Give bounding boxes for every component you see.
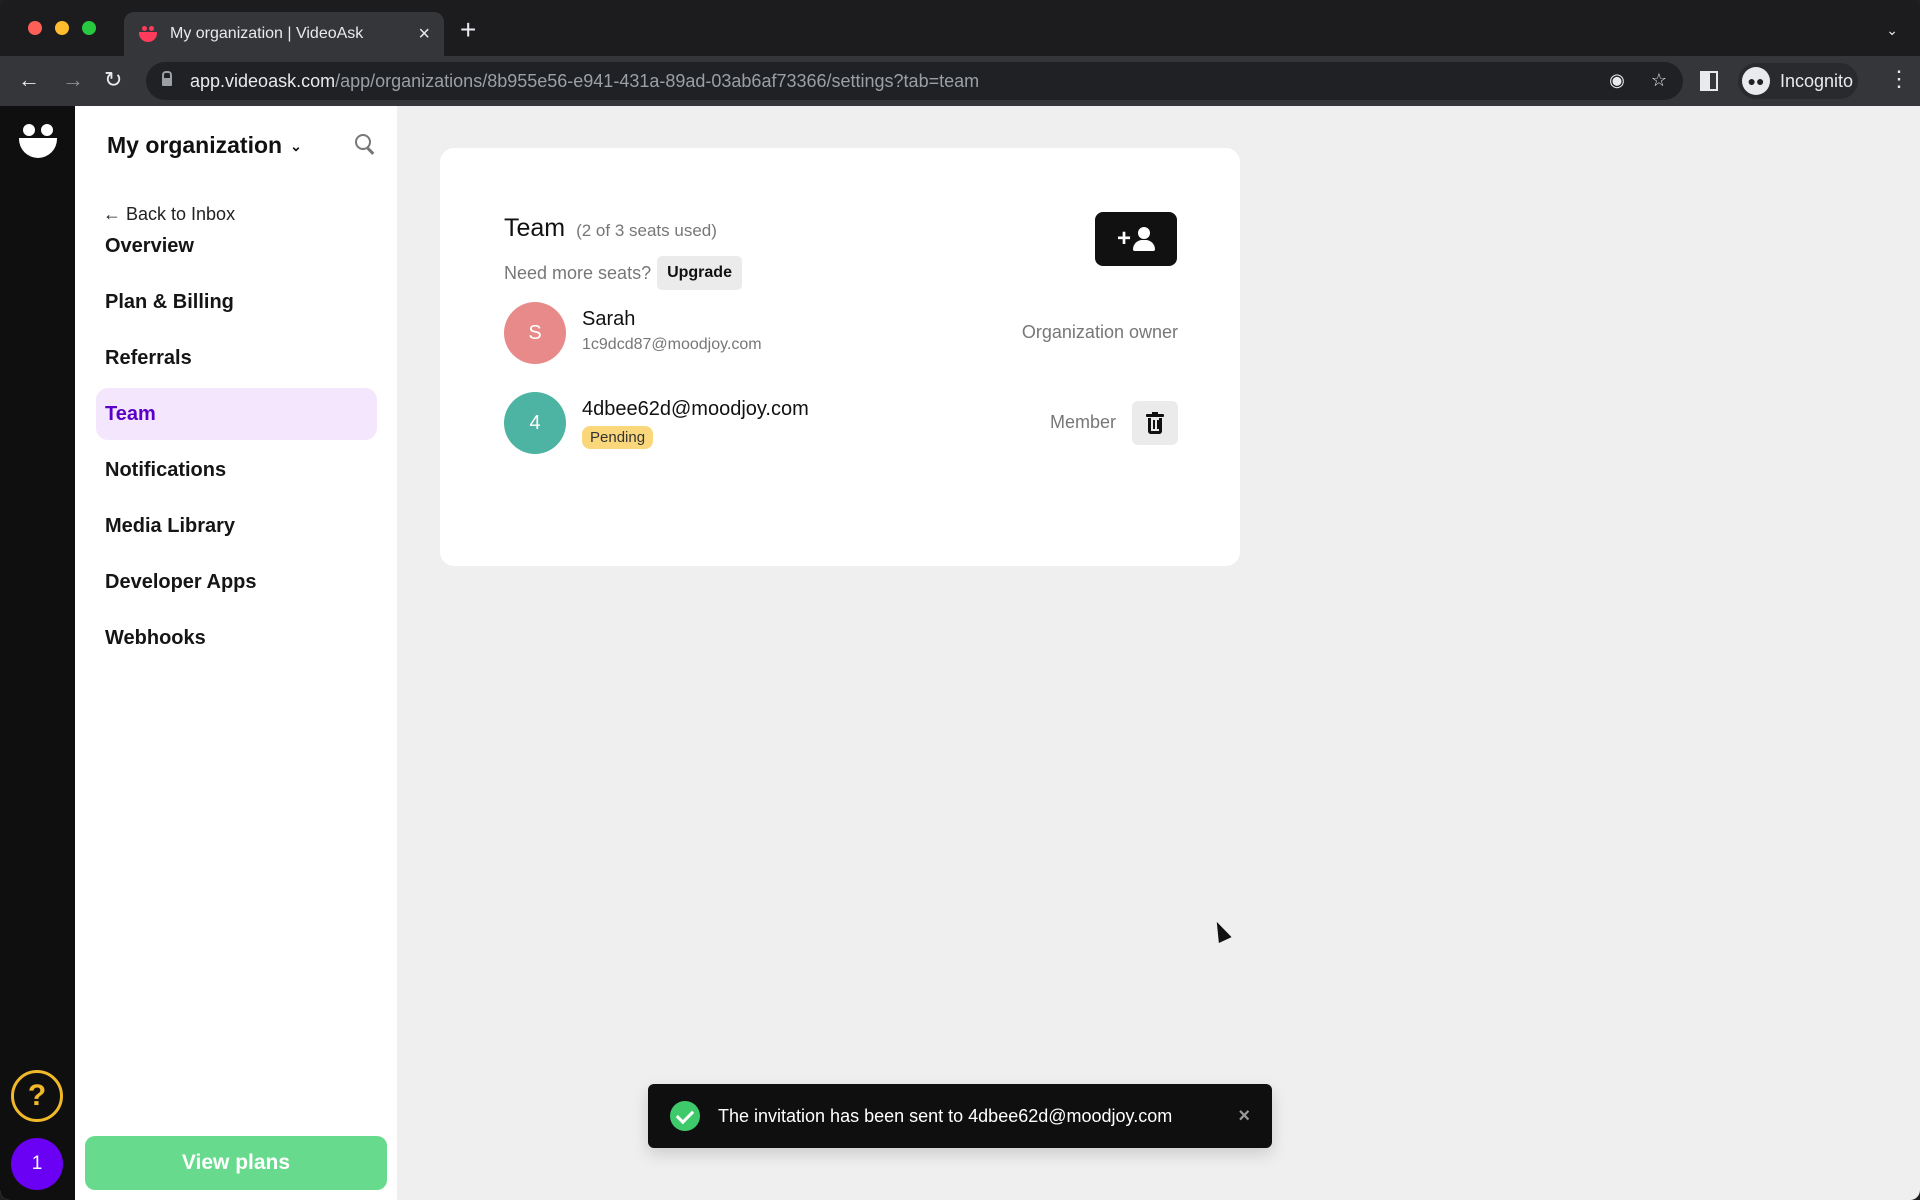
browser-tab[interactable]: My organization | VideoAsk × xyxy=(124,12,444,56)
videoask-favicon-icon xyxy=(138,24,158,44)
sidebar-item-label: Developer Apps xyxy=(105,570,257,593)
member-role: Member xyxy=(1049,412,1116,432)
check-circle-icon xyxy=(670,1101,700,1131)
sidebar-item-developer-apps[interactable]: Developer Apps xyxy=(96,556,377,608)
new-tab-button[interactable]: + xyxy=(460,16,476,44)
pending-badge: Pending xyxy=(582,426,654,449)
tab-title: My organization | VideoAsk xyxy=(170,25,364,42)
avatar: S xyxy=(504,302,566,364)
sidebar-item-label: Team xyxy=(105,402,156,425)
sidebar-item-notifications[interactable]: Notifications xyxy=(96,444,377,496)
team-member-row: S Sarah 1c9dcd87@moodjoy.com Organizatio… xyxy=(504,302,1178,364)
address-bar[interactable]: app.videoask.com/app/organizations/8b955… xyxy=(146,62,1683,100)
plus-icon: + xyxy=(1116,225,1131,252)
success-toast: The invitation has been sent to 4dbee62d… xyxy=(648,1084,1272,1148)
help-icon: ? xyxy=(27,1079,47,1112)
member-name: 4dbee62d@moodjoy.com xyxy=(582,398,809,420)
team-heading: Team xyxy=(504,214,566,242)
back-arrow-icon[interactable]: ← xyxy=(18,68,40,92)
search-icon[interactable] xyxy=(353,132,377,156)
sidebar-item-webhooks[interactable]: Webhooks xyxy=(96,612,377,664)
star-icon[interactable]: ☆ xyxy=(1651,70,1667,91)
team-card: Team (2 of 3 seats used) Need more seats… xyxy=(440,148,1240,566)
browser-window: My organization | VideoAsk × + ⌄ ← → ↻ a… xyxy=(0,0,1920,1200)
member-email: 1c9dcd87@moodjoy.com xyxy=(582,336,762,353)
notifications-badge-button[interactable]: 1 xyxy=(11,1138,63,1190)
videoask-logo-icon[interactable] xyxy=(18,122,58,162)
side-panel-icon[interactable] xyxy=(1700,71,1718,91)
sidebar-item-referrals[interactable]: Referrals xyxy=(96,332,377,384)
person-icon xyxy=(1133,227,1155,251)
profile-label: Incognito xyxy=(1780,70,1854,91)
sidebar-item-team[interactable]: Team xyxy=(96,388,377,440)
view-plans-button[interactable]: View plans xyxy=(85,1136,387,1190)
avatar-initial: 4 xyxy=(529,411,541,434)
sidebar-item-plan-billing[interactable]: Plan & Billing xyxy=(96,276,377,328)
sidebar-item-label: Notifications xyxy=(105,458,227,481)
left-rail: ? 1 xyxy=(0,106,75,1200)
team-member-row: 4 4dbee62d@moodjoy.com Pending Member xyxy=(504,392,1178,454)
notification-count: 1 xyxy=(31,1153,43,1174)
mouse-cursor-icon xyxy=(1210,918,1232,944)
trash-icon xyxy=(1146,412,1164,434)
org-name: My organization xyxy=(107,132,283,158)
toast-message: The invitation has been sent to 4dbee62d… xyxy=(718,1105,1173,1126)
sidebar-item-label: Referrals xyxy=(105,346,192,369)
reload-icon[interactable]: ↻ xyxy=(104,68,122,92)
avatar: 4 xyxy=(504,392,566,454)
incognito-icon: ●● xyxy=(1742,67,1770,95)
incognito-profile-button[interactable]: ●● Incognito xyxy=(1738,63,1858,99)
tab-search-chevron-icon[interactable]: ⌄ xyxy=(1886,22,1898,39)
minimize-window-button[interactable] xyxy=(55,21,69,35)
chevron-down-icon: ⌄ xyxy=(290,138,302,154)
org-switcher[interactable]: My organization ⌄ xyxy=(107,132,302,159)
maximize-window-button[interactable] xyxy=(82,21,96,35)
app-body: ? 1 My organization ⌄ ← Back to Inbox Ov… xyxy=(0,106,1920,1200)
seats-used: (2 of 3 seats used) xyxy=(576,221,717,240)
close-tab-icon[interactable]: × xyxy=(418,24,430,44)
delete-member-button[interactable] xyxy=(1132,401,1178,445)
forward-arrow-icon[interactable]: → xyxy=(62,68,84,92)
tab-strip: My organization | VideoAsk × + ⌄ xyxy=(0,0,1920,56)
close-window-button[interactable] xyxy=(28,21,42,35)
eye-off-icon[interactable]: ◉ xyxy=(1609,70,1625,91)
sidebar-item-label: Webhooks xyxy=(105,626,206,649)
need-more-seats-label: Need more seats? xyxy=(504,262,652,283)
help-button[interactable]: ? xyxy=(11,1070,63,1122)
more-vert-icon[interactable]: ⋮ xyxy=(1888,68,1910,90)
settings-sidebar: My organization ⌄ ← Back to Inbox Overvi… xyxy=(75,106,397,1200)
browser-toolbar: ← → ↻ app.videoask.com/app/organizations… xyxy=(0,56,1920,106)
url-text: app.videoask.com/app/organizations/8b955… xyxy=(190,70,980,91)
upgrade-button[interactable]: Upgrade xyxy=(657,256,742,290)
sidebar-item-media-library[interactable]: Media Library xyxy=(96,500,377,552)
sidebar-item-label: Overview xyxy=(105,234,194,257)
team-title: Team (2 of 3 seats used) xyxy=(504,214,717,243)
sidebar-item-label: Media Library xyxy=(105,514,236,537)
close-toast-icon[interactable]: × xyxy=(1238,1105,1250,1128)
sidebar-item-overview[interactable]: Overview xyxy=(96,220,377,272)
need-more-seats: Need more seats? Upgrade xyxy=(504,256,742,290)
sidebar-item-label: Plan & Billing xyxy=(105,290,234,313)
lock-icon[interactable] xyxy=(162,71,172,87)
avatar-initial: S xyxy=(528,321,542,344)
member-name: Sarah xyxy=(582,308,636,330)
member-role: Organization owner xyxy=(1021,322,1178,342)
add-member-button[interactable]: + xyxy=(1095,212,1177,266)
